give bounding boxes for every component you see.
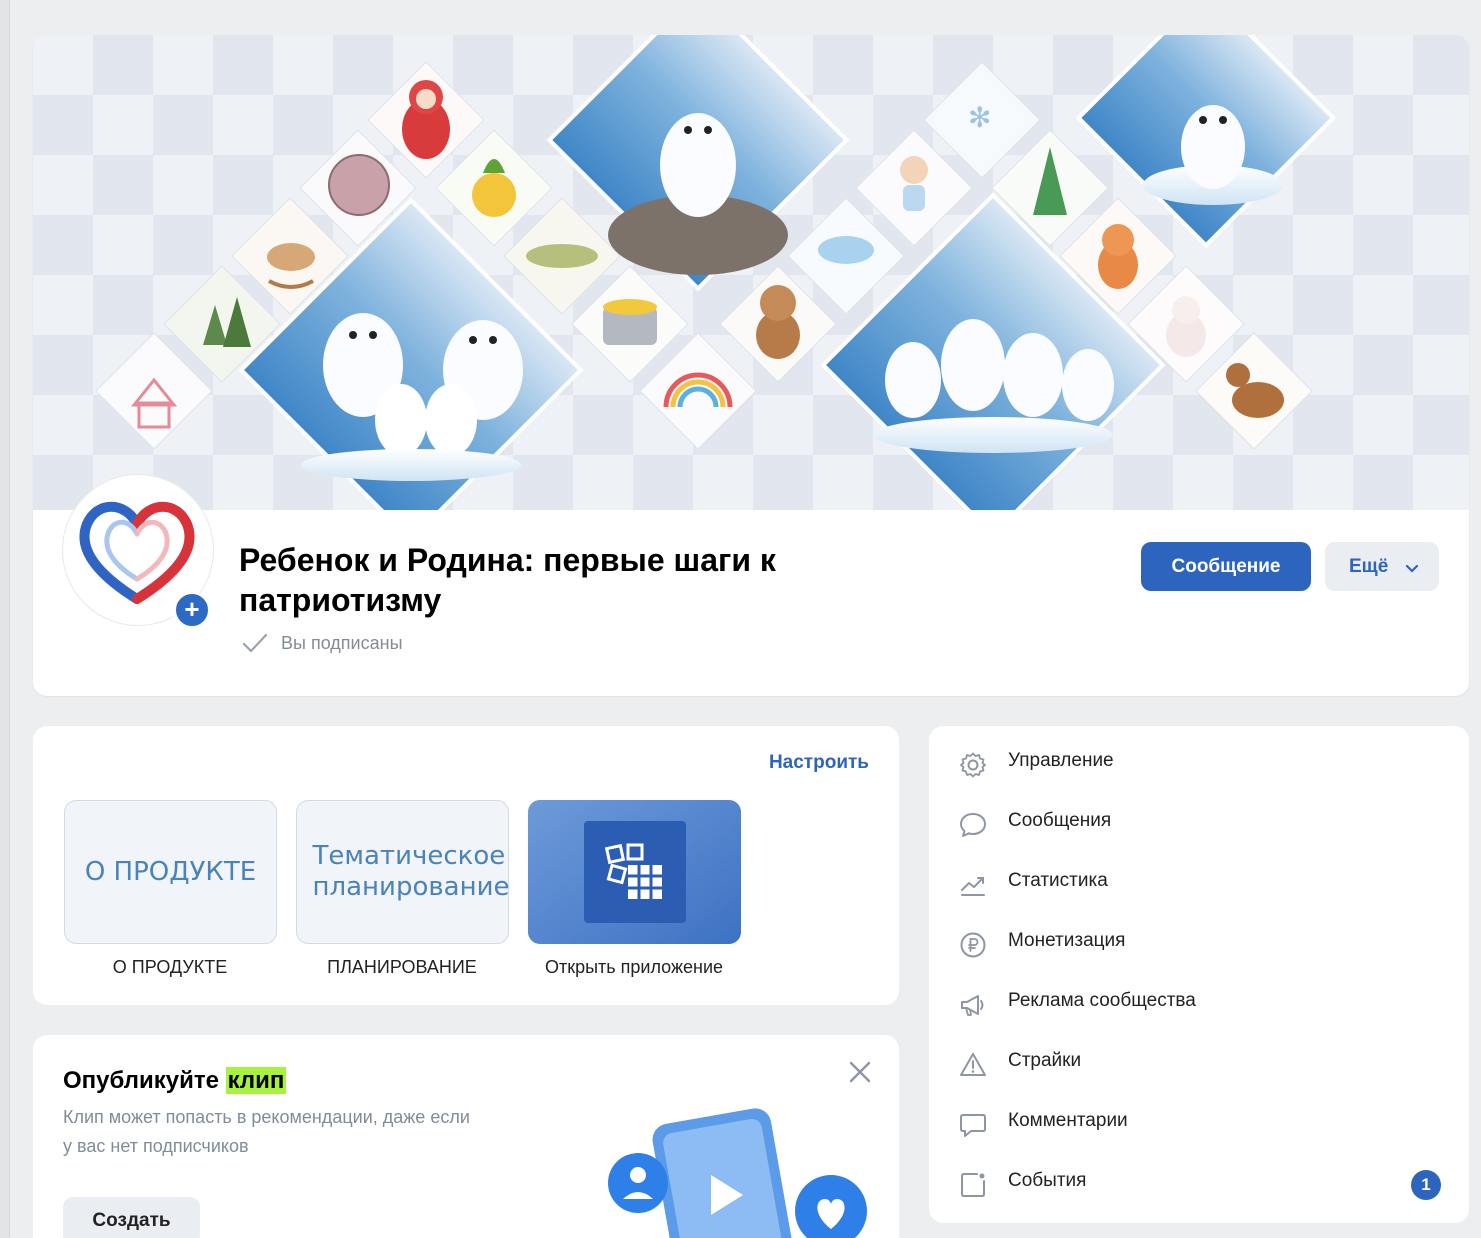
menu-item-messages[interactable]: Сообщения	[929, 794, 1469, 854]
check-icon	[242, 633, 268, 653]
menu-item-management[interactable]: Управление	[929, 734, 1469, 794]
app-label-planning[interactable]: ПЛАНИРОВАНИЕ	[282, 957, 522, 978]
menu-item-comments-label: Комментарии	[1008, 1110, 1128, 1131]
menu-item-events[interactable]: События 1	[929, 1154, 1469, 1214]
clip-promo-title-prefix: Опубликуйте	[63, 1067, 226, 1094]
app-tile-open-app[interactable]	[528, 800, 741, 944]
management-menu: Управление Сообщения Статистика Монетиза…	[929, 726, 1469, 1223]
menu-item-strikes[interactable]: Страйки	[929, 1034, 1469, 1094]
clip-promo-title-highlight: клип	[225, 1067, 287, 1094]
page-left-edge	[0, 0, 10, 1238]
menu-item-management-label: Управление	[1008, 750, 1114, 771]
comment-icon	[960, 1114, 986, 1137]
warning-triangle-icon	[960, 1053, 986, 1076]
more-button[interactable]: Ещё	[1325, 542, 1439, 591]
menu-item-events-label: События	[1008, 1170, 1087, 1191]
clip-illustration	[608, 1108, 867, 1238]
app-tile-planning[interactable]: Тематическое планирование	[296, 800, 510, 944]
cover-image: ✻	[33, 35, 1469, 510]
group-header-card: ✻ + Ребенок и Родина: первые шаги к патр…	[33, 35, 1469, 696]
events-count-badge: 1	[1411, 1170, 1441, 1200]
message-button[interactable]: Сообщение	[1141, 542, 1311, 591]
app-label-open-app[interactable]: Открыть приложение	[514, 957, 754, 978]
cover-illustration: ✻	[95, 35, 1337, 510]
chart-trend-icon	[961, 877, 985, 896]
menu-item-community-ads[interactable]: Реклама сообщества	[929, 974, 1469, 1034]
gear-icon	[960, 752, 986, 778]
menu-item-monetization-label: Монетизация	[1008, 930, 1126, 951]
clip-promo-card: Опубликуйте клип Клип может попасть в ре…	[33, 1035, 899, 1238]
clip-create-button[interactable]: Создать	[63, 1197, 200, 1238]
menu-item-community-ads-label: Реклама сообщества	[1008, 990, 1196, 1011]
svg-text:✻: ✻	[968, 101, 991, 134]
app-tile-about-text: О ПРОДУКТЕ	[84, 856, 257, 887]
chat-bubble-icon	[960, 813, 986, 837]
apps-grid-icon	[583, 821, 686, 923]
megaphone-icon	[961, 995, 984, 1016]
menu-item-strikes-label: Страйки	[1008, 1050, 1082, 1071]
calendar-event-icon	[961, 1173, 985, 1197]
menu-item-statistics[interactable]: Статистика	[929, 854, 1469, 914]
apps-setup-link[interactable]: Настроить	[769, 752, 869, 774]
more-button-label: Ещё	[1349, 556, 1389, 577]
ruble-coin-icon	[960, 932, 986, 958]
clip-promo-title: Опубликуйте клип	[63, 1067, 287, 1095]
menu-item-monetization[interactable]: Монетизация	[929, 914, 1469, 974]
app-tile-planning-text: Тематическое планирование	[312, 841, 510, 902]
apps-card: Настроить О ПРОДУКТЕ О ПРОДУКТЕ Тематиче…	[33, 726, 899, 1005]
subscription-status[interactable]: Вы подписаны	[241, 632, 403, 654]
subscription-status-label: Вы подписаны	[281, 632, 403, 653]
chevron-down-icon	[1405, 564, 1419, 573]
app-tile-about[interactable]: О ПРОДУКТЕ	[64, 800, 277, 944]
menu-item-statistics-label: Статистика	[1008, 870, 1108, 891]
close-icon[interactable]	[847, 1059, 873, 1085]
clip-promo-description: Клип может попасть в рекомендации, даже …	[63, 1107, 470, 1156]
app-label-about[interactable]: О ПРОДУКТЕ	[50, 957, 290, 978]
menu-item-messages-label: Сообщения	[1008, 810, 1112, 831]
change-avatar-plus-icon[interactable]: +	[173, 591, 211, 629]
menu-item-comments[interactable]: Комментарии	[929, 1094, 1469, 1154]
group-title: Ребенок и Родина: первые шаги к патриоти…	[239, 542, 776, 618]
